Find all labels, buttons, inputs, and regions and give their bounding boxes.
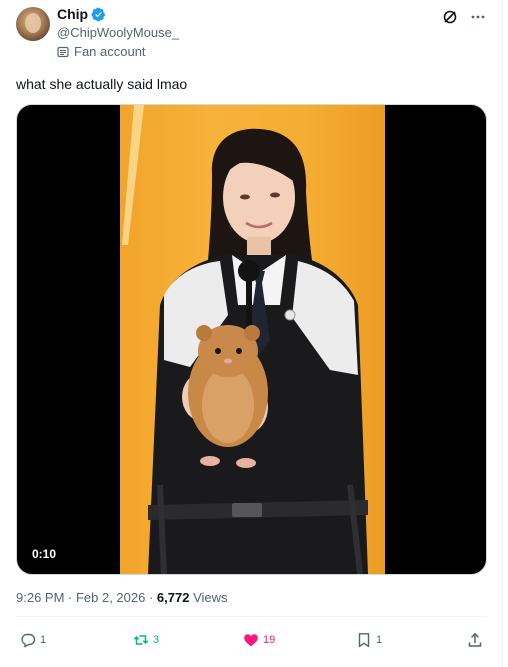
bookmark-button[interactable]: 1: [356, 632, 382, 648]
like-count: 19: [263, 634, 276, 646]
author-handle[interactable]: @ChipWoolyMouse_: [57, 25, 179, 40]
account-label: Fan account: [57, 44, 146, 59]
repost-icon: [133, 635, 149, 645]
more-icon[interactable]: [470, 9, 486, 25]
tweet-text: what she actually said lmao: [16, 76, 188, 92]
grok-icon[interactable]: [442, 9, 458, 25]
video-player[interactable]: 0:10: [16, 104, 487, 575]
like-button[interactable]: 19: [243, 632, 275, 648]
avatar-face: [25, 13, 41, 33]
video-scene: [122, 105, 368, 574]
share-icon: [468, 632, 482, 647]
repost-button[interactable]: 3: [133, 632, 159, 648]
reply-icon: [21, 633, 36, 648]
bookmark-count: 1: [376, 634, 383, 646]
divider: [16, 616, 487, 617]
tweet-meta: 9:26 PM · Feb 2, 2026 · 6,772 Views: [16, 590, 228, 605]
video-duration-badge: 0:10: [27, 544, 62, 564]
fan-account-icon: [57, 46, 69, 57]
tweet-datetime[interactable]: 9:26 PM · Feb 2, 2026 ·: [16, 590, 157, 605]
views-label: Views: [189, 590, 228, 605]
top-actions: [442, 9, 486, 25]
like-icon: [244, 634, 258, 647]
share-button[interactable]: [467, 632, 483, 648]
views-count: 6,772: [156, 590, 190, 605]
avatar[interactable]: [16, 7, 50, 41]
account-label-text: Fan account: [74, 44, 146, 59]
verified-badge-icon: [91, 7, 106, 21]
tweet-card: Chip @ChipWoolyMouse_ Fan account what s…: [0, 0, 503, 667]
repost-count: 3: [153, 634, 160, 646]
reply-button[interactable]: 1: [20, 632, 46, 648]
author-name-row: Chip: [57, 6, 106, 22]
video-thumbnail: [120, 105, 385, 574]
author-name[interactable]: Chip: [57, 6, 88, 22]
action-bar: 1 3 19 1: [16, 632, 487, 652]
bookmark-icon: [358, 633, 370, 648]
reply-count: 1: [40, 634, 47, 646]
